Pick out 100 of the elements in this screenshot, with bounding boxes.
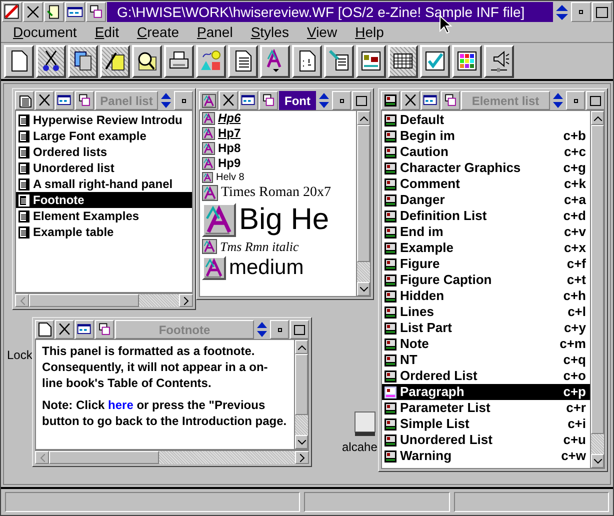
element-list-item[interactable]: Default <box>382 112 590 128</box>
toolbar-button[interactable] <box>356 44 386 78</box>
toolbar-button[interactable] <box>420 44 450 78</box>
minimize-button[interactable] <box>174 91 193 110</box>
list-icon[interactable] <box>18 94 32 108</box>
toolbar-button[interactable] <box>484 44 514 78</box>
element-list-item[interactable]: Figure Caption c+t <box>382 272 590 288</box>
window-icon[interactable] <box>65 2 85 22</box>
toolbar-button[interactable] <box>196 44 226 78</box>
close-icon[interactable] <box>35 91 54 110</box>
copy-icon <box>72 49 94 73</box>
up-down-arrows-icon[interactable] <box>255 320 269 339</box>
toolbar-button[interactable] <box>292 44 322 78</box>
element-list-item[interactable]: Figure c+f <box>382 256 590 272</box>
maximize-button[interactable] <box>290 320 309 339</box>
element-list-item[interactable]: Paragraph c+p <box>382 384 590 400</box>
element-list-item[interactable]: List Part c+y <box>382 320 590 336</box>
up-down-arrows-icon[interactable] <box>551 91 565 110</box>
font-name[interactable]: Hp7 <box>218 126 241 141</box>
menu-item[interactable]: Styles <box>250 22 289 43</box>
toolbar-button[interactable] <box>164 44 194 78</box>
vertical-scrollbar[interactable] <box>356 111 370 296</box>
restore-icon[interactable] <box>95 320 114 339</box>
page-icon[interactable] <box>38 322 52 337</box>
font-name[interactable]: Tms Rmn italic <box>220 238 299 255</box>
horizontal-scrollbar[interactable] <box>15 293 193 307</box>
element-list-item[interactable]: Hidden c+h <box>382 288 590 304</box>
restore-icon[interactable] <box>86 2 106 22</box>
close-icon[interactable] <box>23 2 43 22</box>
maximize-button[interactable] <box>586 91 605 110</box>
up-down-arrows-icon[interactable] <box>317 91 331 110</box>
font-name[interactable]: Big He <box>239 202 330 238</box>
here-link[interactable]: here <box>108 398 134 412</box>
font-name[interactable]: Hp8 <box>218 141 241 156</box>
window-icon[interactable] <box>55 91 74 110</box>
window-title: Element list <box>461 91 550 110</box>
restore-icon[interactable] <box>441 91 460 110</box>
restore-icon[interactable] <box>259 91 278 110</box>
close-icon[interactable] <box>401 91 420 110</box>
toolbar-button[interactable] <box>132 44 162 78</box>
vertical-scrollbar[interactable] <box>294 340 308 449</box>
toolbar-button[interactable] <box>324 44 354 78</box>
element-list-item[interactable]: Simple List c+i <box>382 416 590 432</box>
element-list-item[interactable]: Parameter List c+r <box>382 400 590 416</box>
restore-icon[interactable] <box>75 91 94 110</box>
window-icon[interactable] <box>239 91 258 110</box>
font-name[interactable]: Times Roman 20x7 <box>221 184 331 202</box>
panel-list-item[interactable]: Unordered list <box>16 160 192 176</box>
panel-list-item[interactable]: Large Font example <box>16 128 192 144</box>
toolbar-button[interactable] <box>228 44 258 78</box>
window-icon[interactable] <box>75 320 94 339</box>
element-list-item[interactable]: Caution c+c <box>382 144 590 160</box>
panel-list-item[interactable]: A small right-hand panel <box>16 176 192 192</box>
menu-item[interactable]: Help <box>355 22 384 43</box>
element-list-item[interactable]: Ordered List c+o <box>382 368 590 384</box>
minimize-button[interactable] <box>566 91 585 110</box>
menu-item[interactable]: Create <box>136 22 180 43</box>
menu-item[interactable]: Panel <box>197 22 233 43</box>
vertical-scrollbar[interactable] <box>590 111 604 468</box>
close-icon[interactable] <box>219 91 238 110</box>
element-list-item[interactable]: Example c+x <box>382 240 590 256</box>
font-name[interactable]: Hp6 <box>218 111 241 126</box>
element-list-item[interactable]: Note c+m <box>382 336 590 352</box>
element-list-item[interactable]: Comment c+k <box>382 176 590 192</box>
toolbar-button[interactable] <box>452 44 482 78</box>
element-list-item[interactable]: Warning c+w <box>382 448 590 464</box>
close-icon[interactable] <box>55 320 74 339</box>
element-list-item[interactable]: Lines c+l <box>382 304 590 320</box>
panel-list-item[interactable]: Element Examples <box>16 208 192 224</box>
font-name[interactable]: Helv 8 <box>216 171 244 184</box>
clipboard-icon[interactable] <box>44 2 64 22</box>
panel-list-item[interactable]: Example table <box>16 224 192 240</box>
up-down-arrows-icon[interactable] <box>159 91 173 110</box>
minimize-button[interactable] <box>571 2 591 22</box>
minimize-button[interactable] <box>270 320 289 339</box>
element-list-item[interactable]: Character Graphics c+g <box>382 160 590 176</box>
menu-item[interactable]: View <box>306 22 338 43</box>
horizontal-scrollbar[interactable] <box>35 450 309 464</box>
panel-list-item[interactable]: Hyperwise Review Introdu <box>16 112 192 128</box>
element-list-item[interactable]: Definition List c+d <box>382 208 590 224</box>
window-icon[interactable] <box>421 91 440 110</box>
desktop-label: Lock <box>7 347 32 364</box>
toolbar-button[interactable] <box>260 44 290 78</box>
minimize-button[interactable] <box>332 91 351 110</box>
menu-item[interactable]: Edit <box>94 22 119 43</box>
up-down-arrows-icon[interactable] <box>554 2 570 22</box>
maximize-button[interactable] <box>592 2 612 22</box>
toolbar-button[interactable] <box>4 44 34 78</box>
menu-item[interactable]: Document <box>13 22 77 43</box>
element-list-item[interactable]: Danger c+a <box>382 192 590 208</box>
pen-icon[interactable] <box>2 2 22 22</box>
element-list-item[interactable]: NT c+q <box>382 352 590 368</box>
element-list-item[interactable]: End im c+v <box>382 224 590 240</box>
element-list-item[interactable]: Begin im c+b <box>382 128 590 144</box>
font-name[interactable]: Hp9 <box>218 156 241 171</box>
maximize-button[interactable] <box>352 91 371 110</box>
panel-list-item[interactable]: Ordered lists <box>16 144 192 160</box>
font-name[interactable]: medium <box>229 255 304 280</box>
panel-list-item[interactable]: Footnote <box>16 192 192 208</box>
element-list-item[interactable]: Unordered List c+u <box>382 432 590 448</box>
